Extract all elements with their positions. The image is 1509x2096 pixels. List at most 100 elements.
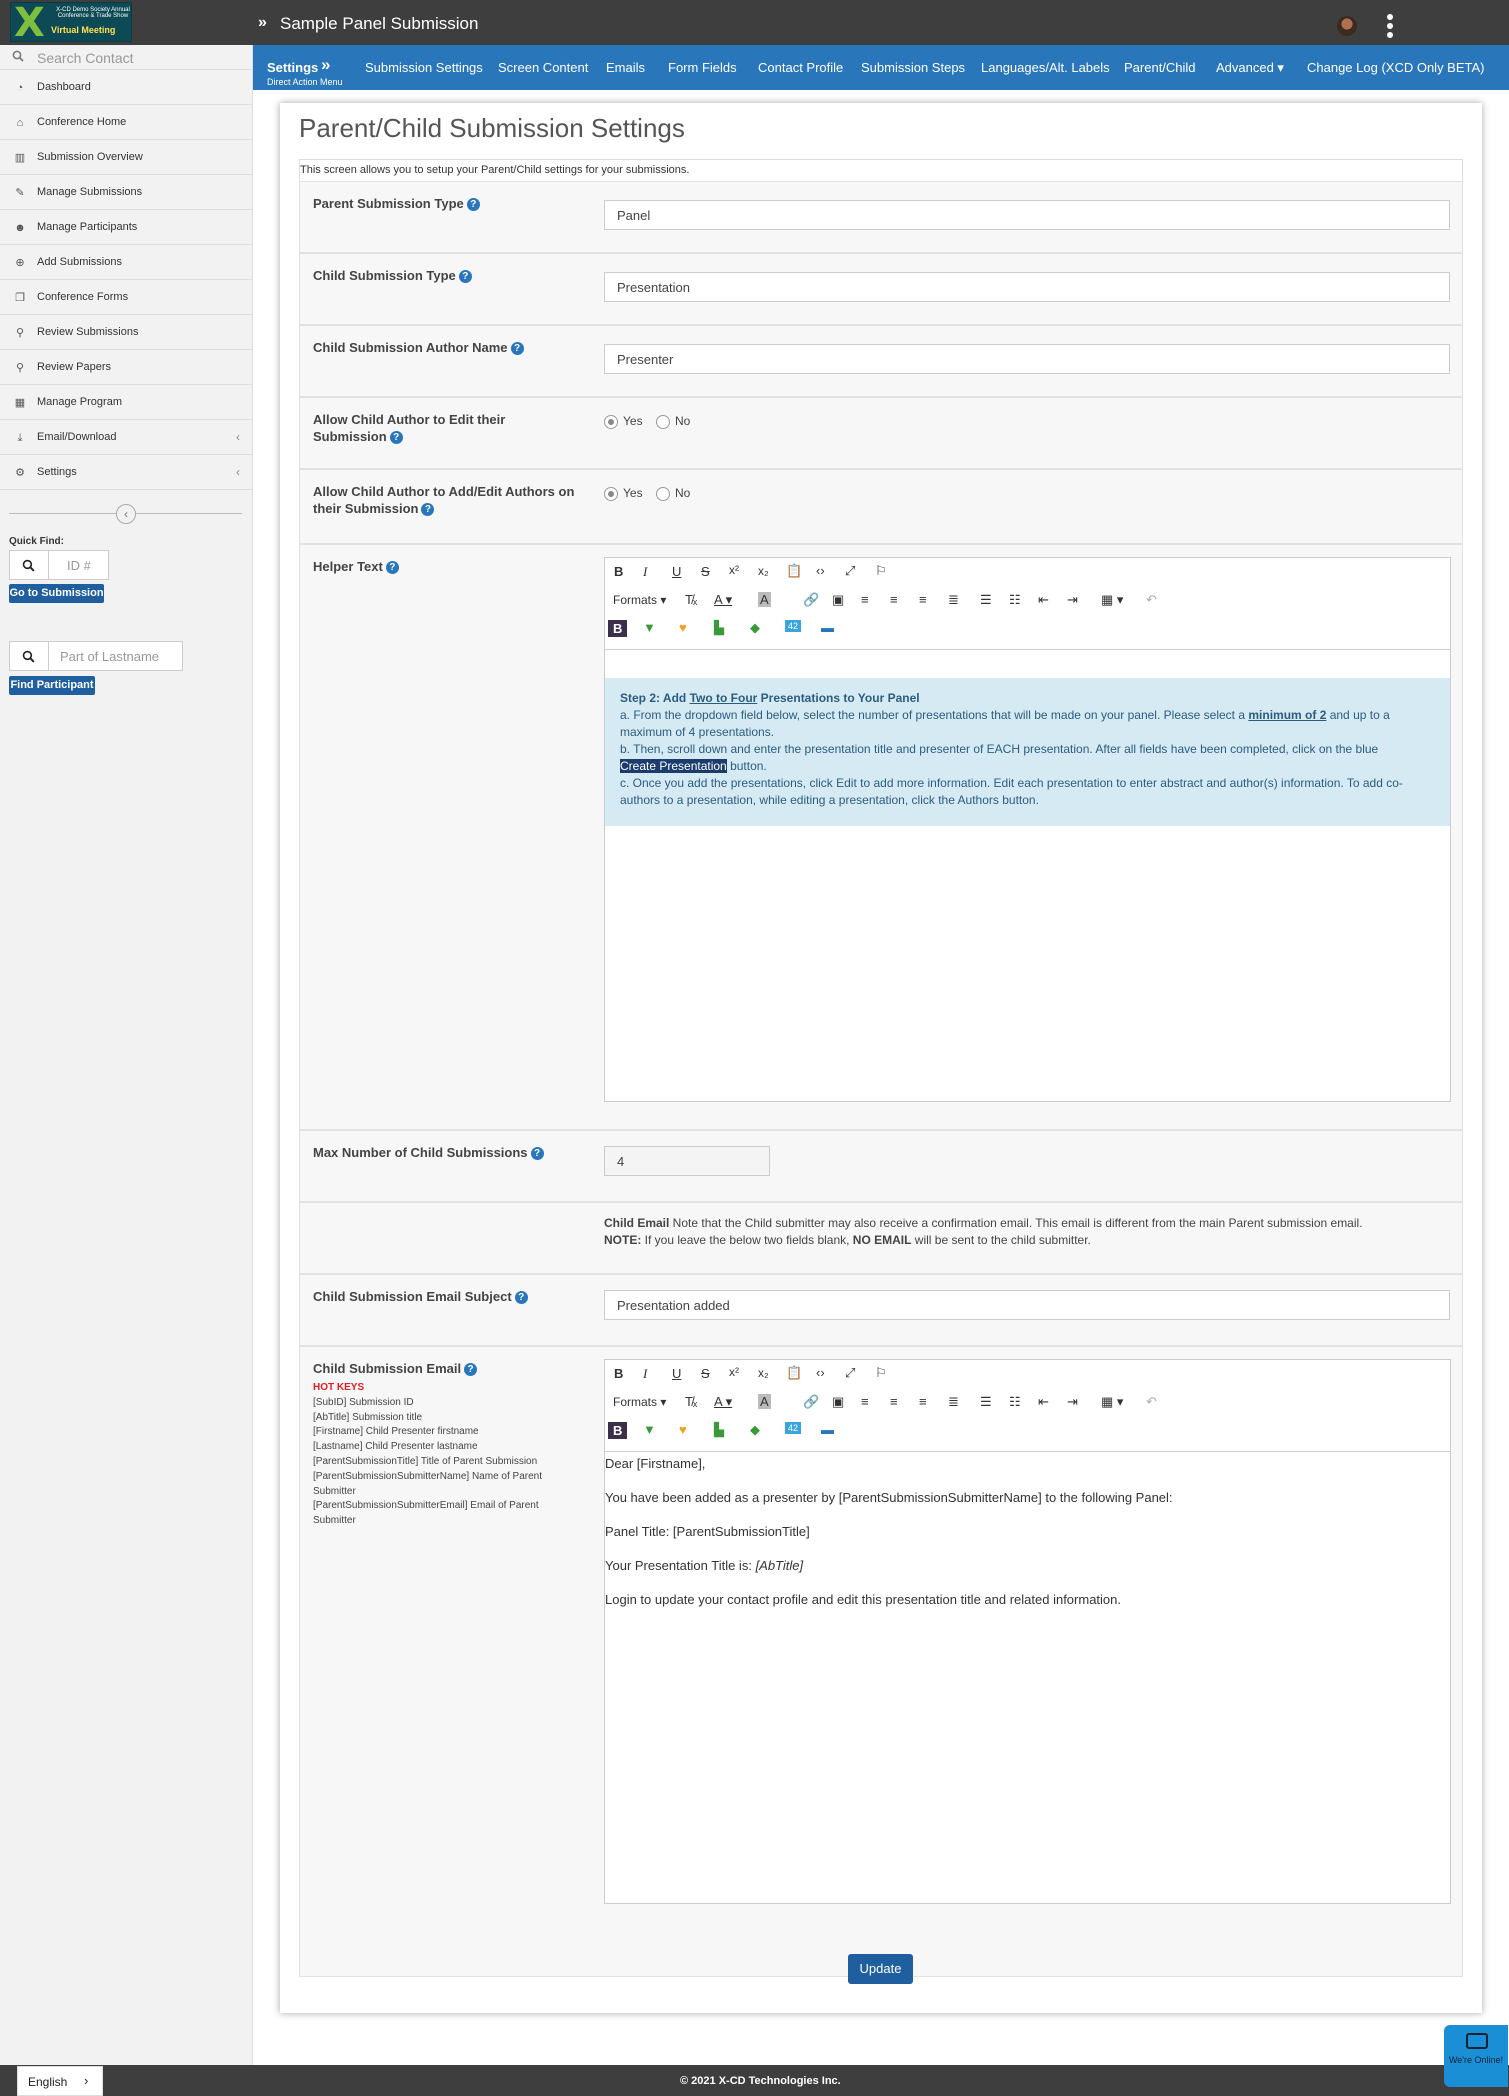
email-subject-input[interactable]: Presentation added (604, 1290, 1450, 1320)
number-box-icon[interactable]: 42 (785, 1422, 802, 1434)
allow-add-no-radio[interactable]: No (656, 486, 690, 501)
clear-format-icon[interactable]: T̸ₓ (685, 592, 697, 607)
paste-icon[interactable]: 📋 (786, 1365, 802, 1381)
strikethrough-icon[interactable]: S (701, 1366, 710, 1381)
find-participant-button[interactable]: Find Participant (9, 676, 95, 695)
sidebar-item-settings[interactable]: ⚙ Settings ‹ (0, 455, 252, 490)
sidebar-item-dashboard[interactable]: ◔ Dashboard (0, 70, 252, 105)
tab-advanced[interactable]: Advanced ▾ (1216, 60, 1284, 76)
green-block-icon[interactable]: ▙ (714, 620, 724, 636)
indent-icon[interactable]: ⇥ (1067, 1394, 1078, 1410)
tab-contact-profile[interactable]: Contact Profile (758, 60, 843, 75)
table-icon[interactable]: ▦ ▾ (1101, 592, 1123, 608)
align-right-icon[interactable]: ≡ (919, 592, 927, 607)
help-icon[interactable]: ? (510, 342, 524, 356)
help-icon[interactable]: ? (466, 198, 480, 212)
bullet-list-icon[interactable]: ☰ (980, 592, 992, 608)
card-icon[interactable]: ▬ (821, 1422, 834, 1437)
tag-icon[interactable]: ◆ (750, 1422, 760, 1438)
image-icon[interactable]: ▣ (832, 592, 844, 608)
align-center-icon[interactable]: ≡ (890, 1394, 898, 1409)
undo-icon[interactable]: ↶ (1146, 1394, 1157, 1410)
collapse-sidebar-button[interactable]: ‹ (116, 504, 136, 524)
sidebar-item-conference-home[interactable]: ⌂ Conference Home (0, 105, 252, 140)
number-box-icon[interactable]: 42 (785, 620, 802, 632)
clear-format-icon[interactable]: T̸ₓ (685, 1394, 697, 1409)
code-icon[interactable]: ‹› (816, 1365, 825, 1380)
more-menu-icon[interactable] (1385, 14, 1395, 41)
max-children-input[interactable]: 4 (604, 1146, 770, 1176)
email-body-editor[interactable]: B I U S x² x₂ 📋 ‹› ⤢ ⚐ Formats ▾ T̸ₓ A ▾… (604, 1359, 1451, 1904)
superscript-icon[interactable]: x² (729, 1365, 739, 1379)
tag-icon[interactable]: ◆ (750, 620, 760, 636)
fullscreen-icon[interactable]: ⤢ (845, 1365, 855, 1381)
code-icon[interactable]: ‹› (816, 563, 825, 578)
align-right-icon[interactable]: ≡ (919, 1394, 927, 1409)
fullscreen-icon[interactable]: ⤢ (845, 563, 855, 579)
superscript-icon[interactable]: x² (729, 563, 739, 577)
allow-edit-no-radio[interactable]: No (656, 414, 690, 429)
subscript-icon[interactable]: x₂ (758, 564, 769, 578)
tab-submission-steps[interactable]: Submission Steps (861, 60, 965, 75)
bold-block-icon[interactable]: B (608, 620, 628, 637)
help-icon[interactable]: ? (464, 1363, 478, 1377)
bookmark-icon[interactable]: ⚐ (875, 1365, 887, 1381)
bookmark-icon[interactable]: ⚐ (875, 563, 887, 579)
underline-icon[interactable]: U (672, 1366, 681, 1381)
tab-change-log[interactable]: Change Log (XCD Only BETA) (1307, 60, 1485, 75)
helper-content[interactable]: Step 2: Add Two to Four Presentations to… (605, 678, 1450, 826)
tab-parent-child[interactable]: Parent/Child (1124, 60, 1196, 75)
link-icon[interactable]: 🔗 (803, 592, 819, 608)
sidebar-item-manage-participants[interactable]: ☻ Manage Participants (0, 210, 252, 245)
italic-icon[interactable]: I (643, 1366, 647, 1382)
chat-widget[interactable]: We're Online! (1444, 2025, 1508, 2087)
card-icon[interactable]: ▬ (821, 620, 834, 635)
help-icon[interactable]: ? (421, 503, 435, 517)
help-icon[interactable]: ? (458, 270, 472, 284)
justify-icon[interactable]: ≣ (948, 592, 959, 608)
bold-icon[interactable]: B (614, 564, 623, 579)
link-icon[interactable]: 🔗 (803, 1394, 819, 1410)
lastname-search-input[interactable]: Part of Lastname (9, 641, 183, 671)
quick-find-id-input[interactable]: ID # (9, 550, 109, 580)
formats-dropdown[interactable]: Formats ▾ (613, 1395, 666, 1409)
green-arrow-icon[interactable]: ▼ (643, 620, 656, 635)
sidebar-item-add-submissions[interactable]: ⊕ Add Submissions (0, 245, 252, 280)
underline-icon[interactable]: U (672, 564, 681, 579)
sidebar-item-conference-forms[interactable]: ❐ Conference Forms (0, 280, 252, 315)
align-center-icon[interactable]: ≡ (890, 592, 898, 607)
parent-type-input[interactable]: Panel (604, 200, 1450, 230)
tab-screen-content[interactable]: Screen Content (498, 60, 588, 75)
heart-icon[interactable]: ♥ (679, 1422, 687, 1437)
allow-edit-yes-radio[interactable]: Yes (604, 414, 643, 429)
outdent-icon[interactable]: ⇤ (1038, 592, 1049, 608)
background-color-icon[interactable]: A (758, 1394, 771, 1409)
help-icon[interactable]: ? (514, 1291, 528, 1305)
align-left-icon[interactable]: ≡ (861, 592, 869, 607)
help-icon[interactable]: ? (530, 1147, 544, 1161)
tab-form-fields[interactable]: Form Fields (668, 60, 737, 75)
paste-icon[interactable]: 📋 (786, 563, 802, 579)
sidebar-item-submission-overview[interactable]: ▥ Submission Overview (0, 140, 252, 175)
outdent-icon[interactable]: ⇤ (1038, 1394, 1049, 1410)
indent-icon[interactable]: ⇥ (1067, 592, 1078, 608)
sidebar-item-manage-program[interactable]: ▦ Manage Program (0, 385, 252, 420)
go-to-submission-button[interactable]: Go to Submission (9, 584, 104, 603)
text-color-icon[interactable]: A ▾ (714, 1394, 732, 1410)
allow-add-yes-radio[interactable]: Yes (604, 486, 643, 501)
bold-icon[interactable]: B (614, 1366, 623, 1381)
undo-icon[interactable]: ↶ (1146, 592, 1157, 608)
sidebar-item-manage-submissions[interactable]: ✎ Manage Submissions (0, 175, 252, 210)
child-author-input[interactable]: Presenter (604, 344, 1450, 374)
sidebar-item-review-papers[interactable]: ⚲ Review Papers (0, 350, 252, 385)
bullet-list-icon[interactable]: ☰ (980, 1394, 992, 1410)
language-selector[interactable]: English › (17, 2066, 103, 2096)
text-color-icon[interactable]: A ▾ (714, 592, 732, 608)
background-color-icon[interactable]: A (758, 592, 771, 607)
expand-menu-icon[interactable]: » (258, 14, 267, 32)
user-avatar[interactable] (1337, 16, 1357, 36)
table-icon[interactable]: ▦ ▾ (1101, 1394, 1123, 1410)
sidebar-item-review-submissions[interactable]: ⚲ Review Submissions (0, 315, 252, 350)
image-icon[interactable]: ▣ (832, 1394, 844, 1410)
sidebar-item-email-download[interactable]: ⤓ Email/Download ‹ (0, 420, 252, 455)
